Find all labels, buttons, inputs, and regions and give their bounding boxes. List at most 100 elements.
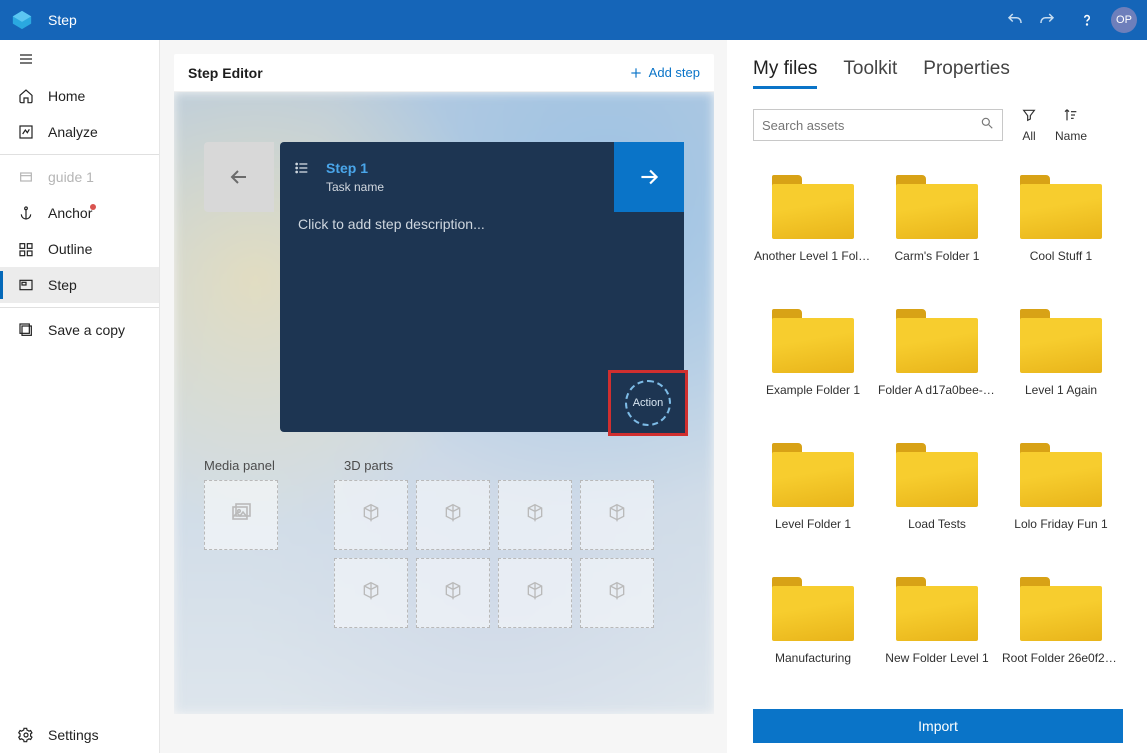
filter-row: All Name xyxy=(753,107,1133,143)
part-slot[interactable] xyxy=(498,480,572,550)
folder-label: Level 1 Again xyxy=(1025,383,1097,397)
folder-item[interactable]: Level Folder 1 xyxy=(753,443,873,559)
folder-item[interactable]: New Folder Level 1 xyxy=(877,577,997,693)
folder-label: Cool Stuff 1 xyxy=(1030,249,1092,263)
nav-guide: guide 1 xyxy=(0,159,159,195)
media-slot[interactable] xyxy=(204,480,278,550)
nav-label: Settings xyxy=(48,727,99,743)
action-dropzone[interactable]: Action xyxy=(608,370,688,436)
app-logo-icon xyxy=(10,8,34,32)
media-panel-label: Media panel xyxy=(204,458,344,473)
folder-item[interactable]: Load Tests xyxy=(877,443,997,559)
folder-icon xyxy=(772,443,854,507)
nav-analyze[interactable]: Analyze xyxy=(0,114,159,150)
image-placeholder-icon xyxy=(229,501,253,530)
part-slot[interactable] xyxy=(416,558,490,628)
tab-my-files[interactable]: My files xyxy=(753,58,817,89)
folder-item[interactable]: Another Level 1 Folder xyxy=(753,175,873,291)
nav-label: guide 1 xyxy=(48,169,94,185)
folder-item[interactable]: Folder A d17a0bee-d... xyxy=(877,309,997,425)
folder-label: Manufacturing xyxy=(775,651,851,665)
part-slot[interactable] xyxy=(416,480,490,550)
sort-name-label: Name xyxy=(1055,129,1087,143)
folder-label: Root Folder 26e0f22... xyxy=(1002,651,1120,665)
sort-icon xyxy=(1063,107,1079,126)
prev-step-button[interactable] xyxy=(204,142,274,212)
tab-properties[interactable]: Properties xyxy=(923,58,1010,89)
folder-grid: Another Level 1 Folder Carm's Folder 1 C… xyxy=(753,175,1133,703)
next-step-button[interactable] xyxy=(614,142,684,212)
folder-label: Level Folder 1 xyxy=(775,517,851,531)
undo-button[interactable] xyxy=(1001,6,1029,34)
nav-step[interactable]: Step xyxy=(0,267,159,303)
parts-panel-label: 3D parts xyxy=(344,458,393,473)
folder-icon xyxy=(896,443,978,507)
user-avatar[interactable]: OP xyxy=(1111,7,1137,33)
nav-label: Outline xyxy=(48,241,92,257)
right-tabs: My files Toolkit Properties xyxy=(753,58,1133,89)
cube-icon xyxy=(443,503,463,528)
nav-settings[interactable]: Settings xyxy=(0,717,159,753)
help-button[interactable] xyxy=(1073,6,1101,34)
cube-icon xyxy=(443,581,463,606)
folder-item[interactable]: Root Folder 26e0f22... xyxy=(1001,577,1121,693)
tab-toolkit[interactable]: Toolkit xyxy=(843,58,897,89)
folder-icon xyxy=(1020,577,1102,641)
cube-icon xyxy=(361,581,381,606)
right-panel: My files Toolkit Properties All Name Ano… xyxy=(727,40,1147,753)
save-copy-icon xyxy=(16,322,36,338)
part-slot[interactable] xyxy=(498,558,572,628)
cube-icon xyxy=(607,581,627,606)
folder-label: Lolo Friday Fun 1 xyxy=(1014,517,1107,531)
part-slot[interactable] xyxy=(580,558,654,628)
folder-icon xyxy=(896,175,978,239)
nav-anchor[interactable]: Anchor xyxy=(0,195,159,231)
cube-icon xyxy=(525,581,545,606)
step-card: Step 1 Task name Click to add step descr… xyxy=(204,142,684,432)
folder-item[interactable]: Cool Stuff 1 xyxy=(1001,175,1121,291)
folder-item[interactable]: Example Folder 1 xyxy=(753,309,873,425)
parts-grid xyxy=(334,480,654,628)
step-description-input[interactable]: Click to add step description... xyxy=(298,216,666,232)
folder-label: Carm's Folder 1 xyxy=(895,249,980,263)
import-label: Import xyxy=(918,718,958,734)
import-button[interactable]: Import xyxy=(753,709,1123,743)
nav-label: Step xyxy=(48,277,77,293)
nav-outline[interactable]: Outline xyxy=(0,231,159,267)
search-input[interactable] xyxy=(762,118,980,133)
nav-home[interactable]: Home xyxy=(0,78,159,114)
sort-name-button[interactable]: Name xyxy=(1055,107,1087,143)
sidebar: Home Analyze guide 1 Anchor Outline Step… xyxy=(0,40,160,753)
folder-item[interactable]: Carm's Folder 1 xyxy=(877,175,997,291)
folder-item[interactable]: Manufacturing xyxy=(753,577,873,693)
folder-item[interactable]: Lolo Friday Fun 1 xyxy=(1001,443,1121,559)
folder-icon xyxy=(896,309,978,373)
list-icon[interactable] xyxy=(294,160,310,181)
add-step-button[interactable]: Add step xyxy=(629,65,700,80)
part-slot[interactable] xyxy=(334,480,408,550)
nav-save-copy[interactable]: Save a copy xyxy=(0,312,159,348)
add-step-label: Add step xyxy=(649,65,700,80)
folder-item[interactable]: Level 1 Again xyxy=(1001,309,1121,425)
hamburger-button[interactable] xyxy=(0,40,159,78)
filter-icon xyxy=(1021,107,1037,126)
editor-header: Step Editor Add step xyxy=(174,54,714,92)
filter-all-button[interactable]: All xyxy=(1021,107,1037,143)
part-slot[interactable] xyxy=(334,558,408,628)
outline-icon xyxy=(16,241,36,257)
folder-icon xyxy=(772,309,854,373)
guide-icon xyxy=(16,169,36,185)
part-slot[interactable] xyxy=(580,480,654,550)
search-icon xyxy=(980,116,994,135)
search-input-wrap[interactable] xyxy=(753,109,1003,141)
filter-all-label: All xyxy=(1022,129,1035,143)
folder-label: Folder A d17a0bee-d... xyxy=(878,383,996,397)
folder-icon xyxy=(1020,309,1102,373)
gear-icon xyxy=(16,727,36,743)
anchor-icon xyxy=(16,205,36,221)
analyze-icon xyxy=(16,124,36,140)
redo-button[interactable] xyxy=(1033,6,1061,34)
title-bar: Step OP xyxy=(0,0,1147,40)
cube-icon xyxy=(525,503,545,528)
editor-canvas: Step 1 Task name Click to add step descr… xyxy=(174,92,714,714)
